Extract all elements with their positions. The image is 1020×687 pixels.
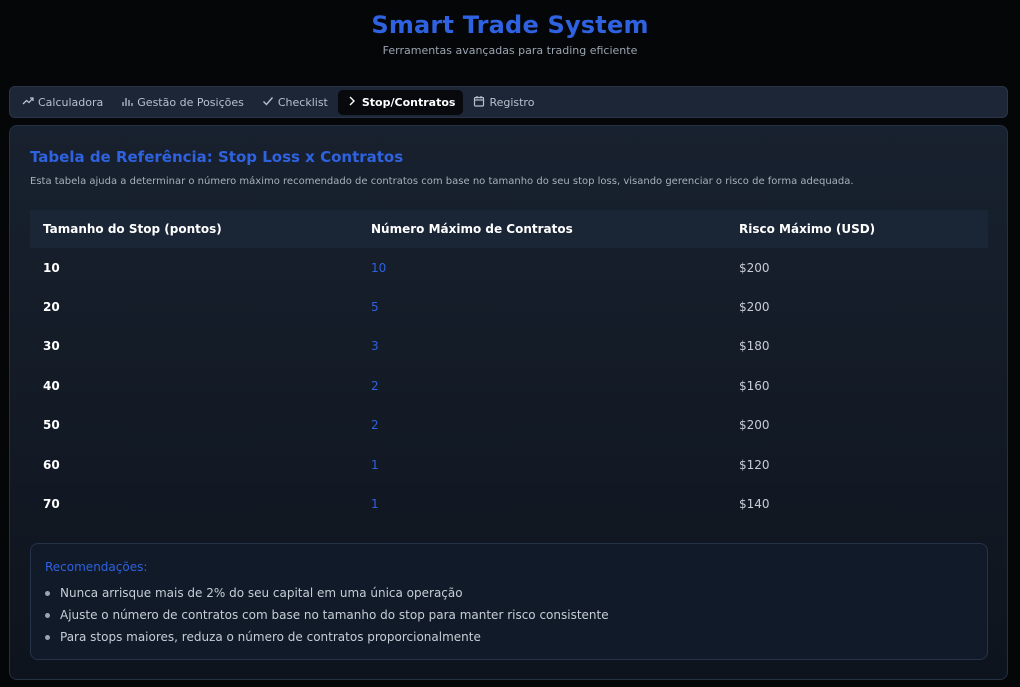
table-row: 40 2 $160 (30, 366, 988, 405)
stop-size-cell: 70 (43, 497, 60, 512)
calendar-icon (473, 95, 485, 110)
max-contracts-cell: 3 (371, 339, 379, 354)
tab-gestao-posicoes[interactable]: Gestão de Posições (113, 90, 252, 115)
bullet-icon (45, 613, 50, 618)
bullet-icon (45, 591, 50, 596)
table-row: 10 10 $200 (30, 248, 988, 287)
max-contracts-cell: 2 (371, 418, 379, 433)
column-header-max-contracts: Número Máximo de Contratos (371, 222, 573, 236)
table-row: 70 1 $140 (30, 484, 988, 523)
stop-size-cell: 50 (43, 418, 60, 433)
bar-chart-icon (121, 95, 133, 110)
table-row: 30 3 $180 (30, 327, 988, 366)
stop-size-cell: 30 (43, 339, 60, 354)
max-risk-cell: $120 (739, 457, 770, 472)
max-risk-cell: $140 (739, 497, 770, 512)
max-risk-cell: $200 (739, 418, 770, 433)
stop-size-cell: 60 (43, 457, 60, 472)
list-item: Ajuste o número de contratos com base no… (45, 607, 609, 629)
recommendations-list: Nunca arrisque mais de 2% do seu capital… (45, 585, 609, 651)
max-contracts-cell: 1 (371, 497, 379, 512)
app-title: Smart Trade System (371, 11, 649, 39)
bullet-icon (45, 635, 50, 640)
table-row: 20 5 $200 (30, 287, 988, 326)
trending-up-icon (22, 95, 34, 110)
max-risk-cell: $200 (739, 300, 770, 315)
column-header-max-risk: Risco Máximo (USD) (739, 222, 876, 236)
stop-size-cell: 10 (43, 260, 60, 275)
tab-label: Registro (489, 95, 535, 109)
max-contracts-cell: 5 (371, 300, 379, 315)
list-item: Nunca arrisque mais de 2% do seu capital… (45, 585, 609, 607)
max-risk-cell: $180 (739, 339, 770, 354)
app-subtitle: Ferramentas avançadas para trading efici… (382, 44, 638, 57)
recommendation-text: Ajuste o número de contratos com base no… (60, 608, 609, 622)
app-header: Smart Trade System Ferramentas avançadas… (0, 0, 1020, 78)
max-risk-cell: $160 (739, 378, 770, 393)
stop-contracts-card: Tabela de Referência: Stop Loss x Contra… (9, 125, 1008, 680)
max-contracts-cell: 1 (371, 457, 379, 472)
stop-size-cell: 20 (43, 300, 60, 315)
check-icon (262, 95, 274, 110)
reference-table: Tamanho do Stop (pontos) Número Máximo d… (30, 210, 988, 524)
tab-calculadora[interactable]: Calculadora (14, 90, 111, 115)
chevron-right-icon (346, 95, 358, 110)
card-title: Tabela de Referência: Stop Loss x Contra… (30, 148, 404, 166)
column-header-stop-size: Tamanho do Stop (pontos) (43, 222, 222, 236)
tab-bar: Calculadora Gestão de Posições Checklist… (9, 86, 1008, 118)
tab-stop-contratos[interactable]: Stop/Contratos (337, 89, 464, 115)
max-risk-cell: $200 (739, 260, 770, 275)
max-contracts-cell: 10 (371, 260, 387, 275)
recommendation-text: Para stops maiores, reduza o número de c… (60, 630, 481, 644)
tab-registro[interactable]: Registro (465, 90, 542, 115)
table-header: Tamanho do Stop (pontos) Número Máximo d… (30, 210, 988, 248)
tab-label: Calculadora (38, 95, 104, 109)
recommendations-box: Recomendações: Nunca arrisque mais de 2%… (30, 543, 988, 660)
recommendations-title: Recomendações: (45, 560, 148, 574)
tab-label: Stop/Contratos (361, 95, 456, 109)
max-contracts-cell: 2 (371, 378, 379, 393)
table-row: 60 1 $120 (30, 445, 988, 484)
table-row: 50 2 $200 (30, 406, 988, 445)
list-item: Para stops maiores, reduza o número de c… (45, 629, 609, 651)
card-description: Esta tabela ajuda a determinar o número … (30, 176, 854, 187)
tab-checklist[interactable]: Checklist (254, 90, 336, 115)
recommendation-text: Nunca arrisque mais de 2% do seu capital… (60, 586, 463, 600)
tab-label: Checklist (277, 95, 328, 109)
tab-label: Gestão de Posições (137, 95, 244, 109)
stop-size-cell: 40 (43, 378, 60, 393)
